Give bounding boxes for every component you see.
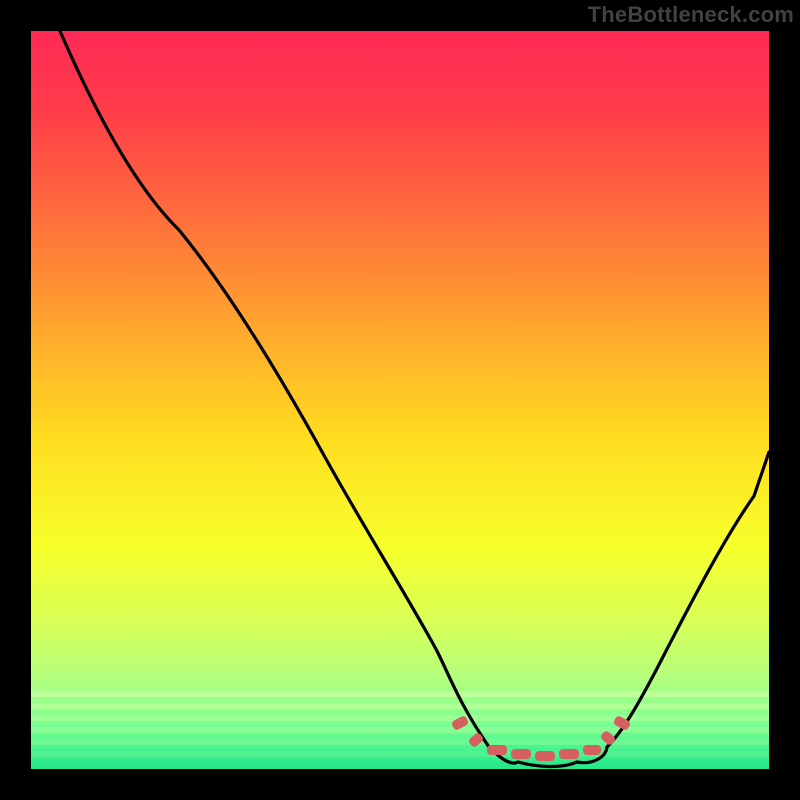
plot-area	[31, 31, 769, 769]
trough-dash	[583, 745, 601, 755]
plot-svg	[31, 31, 769, 769]
gradient-bg	[31, 31, 769, 769]
chart-container: TheBottleneck.com	[0, 0, 800, 800]
watermark-text: TheBottleneck.com	[588, 2, 794, 28]
trough-dash	[487, 745, 507, 755]
trough-dash	[559, 749, 579, 759]
trough-dash	[511, 749, 531, 759]
trough-dash	[535, 751, 555, 761]
